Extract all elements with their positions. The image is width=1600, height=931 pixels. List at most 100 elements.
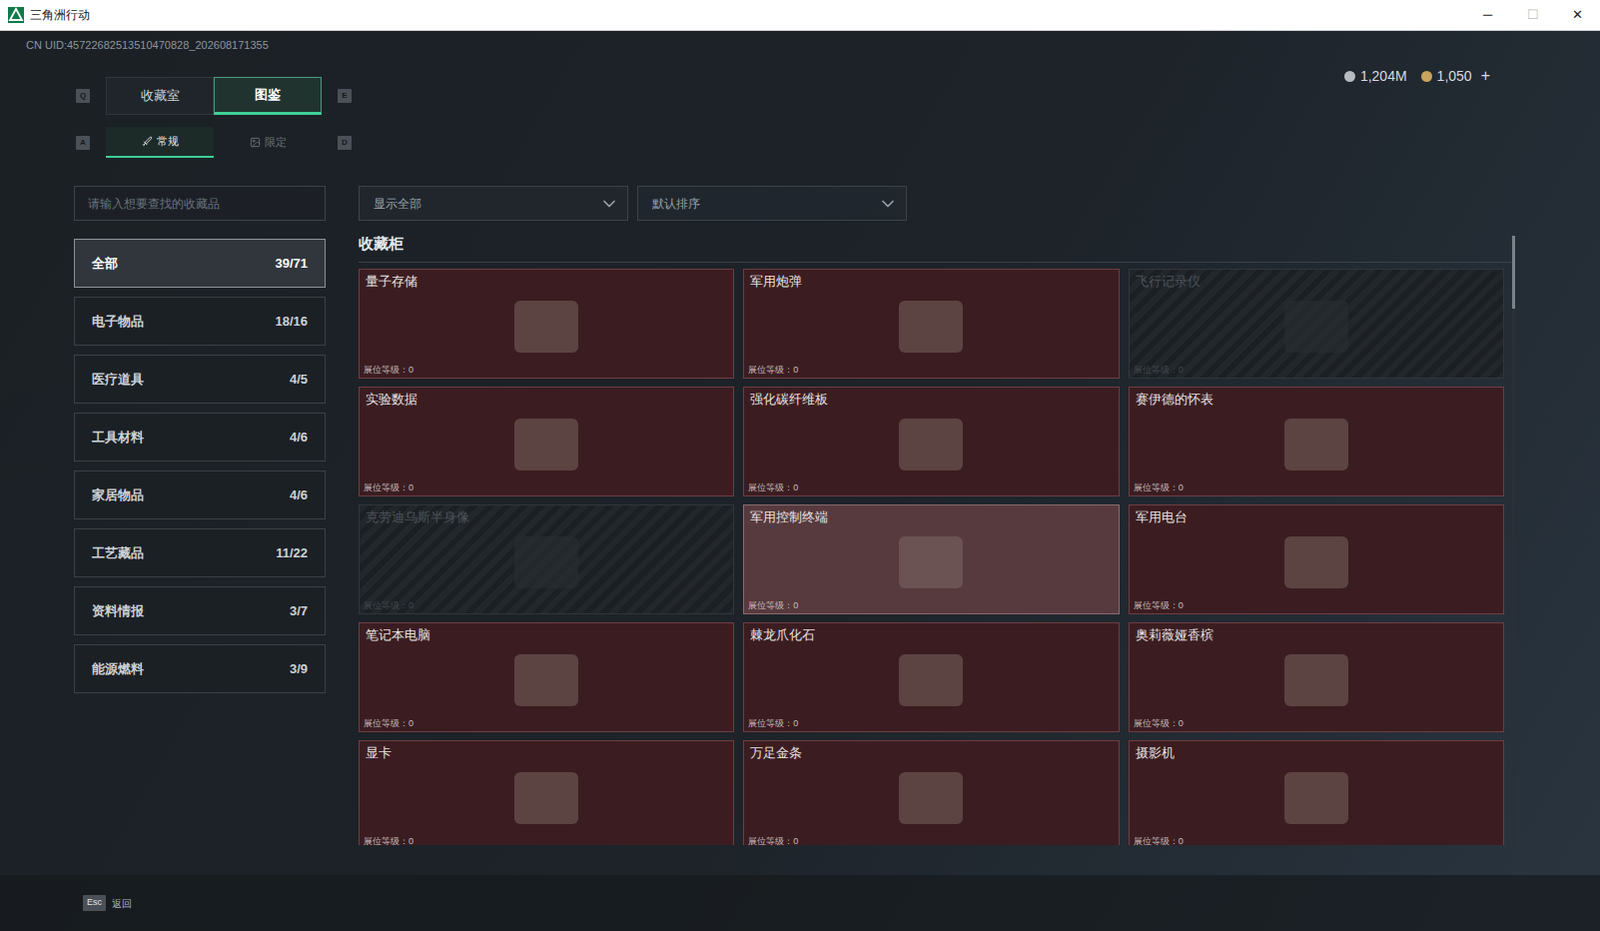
collection-card[interactable]: 军用控制终端展位等级：0 [743, 504, 1119, 615]
next-subtab-key[interactable]: D [337, 135, 352, 150]
collection-card[interactable]: 万足金条展位等级：0 [743, 740, 1119, 845]
tab[interactable]: 收藏室 [105, 76, 214, 115]
filter-dropdown[interactable]: 显示全部 [358, 185, 629, 221]
collection-card[interactable]: 实验数据展位等级：0 [358, 386, 735, 497]
sidebar-item[interactable]: 工艺藏品11/22 [73, 528, 326, 578]
sword-icon [141, 135, 153, 147]
tab-bar: 收藏室图鉴 [105, 76, 322, 115]
item-image [514, 300, 579, 353]
collection-card[interactable]: 奥莉薇娅香槟展位等级：0 [1128, 622, 1505, 733]
sidebar: 请输入想要查找的收藏品全部39/71 电子物品18/16 医疗道具4/5 工具材料4/… [73, 185, 326, 875]
currency: 1,050+ [1421, 63, 1491, 88]
collection-card[interactable]: 强化碳纤维板展位等级：0 [743, 386, 1119, 497]
back-label[interactable]: 返回 [111, 895, 132, 911]
item-image [1284, 300, 1349, 353]
sidebar-item[interactable]: 家居物品4/6 [73, 470, 326, 520]
currency-bar: 1,204M1,050+ [1344, 63, 1491, 88]
scrollbar-thumb[interactable] [1512, 235, 1516, 309]
collection-card[interactable]: 克劳迪乌斯半身像展位等级：0 [358, 504, 735, 615]
card-name: 显卡 [359, 741, 734, 762]
footer-bar: Esc 返回 [0, 874, 1600, 931]
collection-card[interactable]: 笔记本电脑展位等级：0 [358, 622, 735, 733]
card-name: 万足金条 [744, 741, 1118, 762]
item-image [898, 418, 963, 471]
collection-card[interactable]: 军用炮弹展位等级：0 [743, 268, 1119, 379]
card-level: 展位等级：0 [1129, 599, 1504, 614]
chevron-down-icon [877, 193, 898, 214]
subtab[interactable]: 限定 [213, 126, 322, 158]
next-tab-key[interactable]: E [337, 88, 352, 103]
sidebar-item[interactable]: 工具材料4/6 [73, 412, 326, 462]
chevron-down-icon [599, 193, 620, 214]
item-image [1284, 418, 1349, 471]
content: 显示全部默认排序收藏柜量子存储展位等级：0军用炮弹展位等级：0飞行记录仪展位等级… [358, 185, 1516, 875]
card-level: 展位等级：0 [1129, 363, 1504, 378]
card-level: 展位等级：0 [744, 481, 1118, 496]
card-name: 笔记本电脑 [359, 623, 734, 644]
logo-icon [7, 6, 24, 23]
collection-card[interactable]: 军用电台展位等级：0 [1128, 504, 1505, 615]
card-name: 赛伊德的怀表 [1129, 387, 1504, 408]
item-image [514, 418, 579, 471]
collection-card[interactable]: 摄影机展位等级：0 [1128, 740, 1505, 845]
sidebar-item[interactable]: 能源燃料3/9 [73, 644, 326, 694]
card-level: 展位等级：0 [744, 834, 1118, 845]
card-name: 量子存储 [359, 269, 734, 290]
item-image [514, 772, 579, 824]
collection-card[interactable]: 飞行记录仪展位等级：0 [1128, 268, 1505, 379]
window-title: 三角洲行动 [29, 5, 90, 24]
card-name: 棘龙爪化石 [744, 623, 1118, 644]
tab[interactable]: 图鉴 [213, 76, 322, 115]
card-name: 军用电台 [1129, 505, 1504, 526]
card-name: 克劳迪乌斯半身像 [359, 505, 734, 526]
card-grid: 量子存储展位等级：0军用炮弹展位等级：0飞行记录仪展位等级：0实验数据展位等级：… [358, 268, 1505, 845]
window-control-button[interactable]: ─ [1465, 0, 1511, 30]
window-control-button[interactable]: ✕ [1555, 0, 1600, 30]
search-input[interactable]: 请输入想要查找的收藏品 [73, 185, 326, 221]
collection-card[interactable]: 显卡展位等级：0 [358, 740, 735, 845]
collection-card[interactable]: 棘龙爪化石展位等级：0 [743, 622, 1119, 733]
card-name: 实验数据 [359, 387, 734, 408]
card-level: 展位等级：0 [744, 717, 1118, 732]
card-level: 展位等级：0 [1129, 481, 1504, 496]
card-level: 展位等级：0 [744, 599, 1118, 614]
subtab-bar: 常规限定 [105, 126, 322, 158]
main-area: CN UID:45722682513510470828_202608171355… [0, 30, 1600, 931]
item-image [898, 772, 963, 824]
sidebar-item[interactable]: 资料情报3/7 [73, 586, 326, 636]
card-name: 摄影机 [1129, 741, 1504, 762]
item-image [514, 536, 579, 589]
card-name: 飞行记录仪 [1129, 269, 1504, 290]
prev-subtab-key[interactable]: A [75, 135, 90, 150]
card-name: 军用炮弹 [744, 269, 1118, 290]
app-window: 三角洲行动 ─☐✕CN UID:45722682513510470828_2026… [0, 0, 1600, 931]
scrollbar[interactable] [1512, 235, 1516, 845]
window-control-button: ☐ [1510, 0, 1556, 30]
card-level: 展位等级：0 [359, 481, 734, 496]
coin-icon [1344, 70, 1356, 82]
card-level: 展位等级：0 [359, 599, 734, 614]
item-image [1284, 654, 1349, 707]
add-currency-button[interactable]: + [1481, 63, 1491, 88]
card-name: 军用控制终端 [744, 505, 1118, 526]
title-bar: 三角洲行动 ─☐✕ [0, 0, 1600, 31]
card-level: 展位等级：0 [359, 363, 734, 378]
item-image [1284, 536, 1349, 589]
item-image [898, 536, 963, 589]
card-level: 展位等级：0 [359, 834, 734, 845]
sidebar-item[interactable]: 电子物品18/16 [73, 296, 326, 346]
sidebar-item[interactable]: 全部39/71 [73, 238, 326, 288]
uid-label: CN UID:45722682513510470828_202608171355 [0, 30, 1600, 52]
prev-tab-key[interactable]: Q [75, 88, 90, 103]
subtab[interactable]: 常规 [105, 126, 214, 158]
collection-card[interactable]: 赛伊德的怀表展位等级：0 [1128, 386, 1505, 497]
card-level: 展位等级：0 [359, 717, 734, 732]
sidebar-item[interactable]: 医疗道具4/5 [73, 354, 326, 404]
section-title: 收藏柜 [358, 232, 1516, 263]
item-image [898, 654, 963, 707]
item-image [1284, 772, 1349, 824]
esc-key[interactable]: Esc [82, 894, 106, 911]
filter-dropdown[interactable]: 默认排序 [637, 185, 907, 221]
picture-icon [249, 136, 261, 148]
collection-card[interactable]: 量子存储展位等级：0 [358, 268, 735, 379]
